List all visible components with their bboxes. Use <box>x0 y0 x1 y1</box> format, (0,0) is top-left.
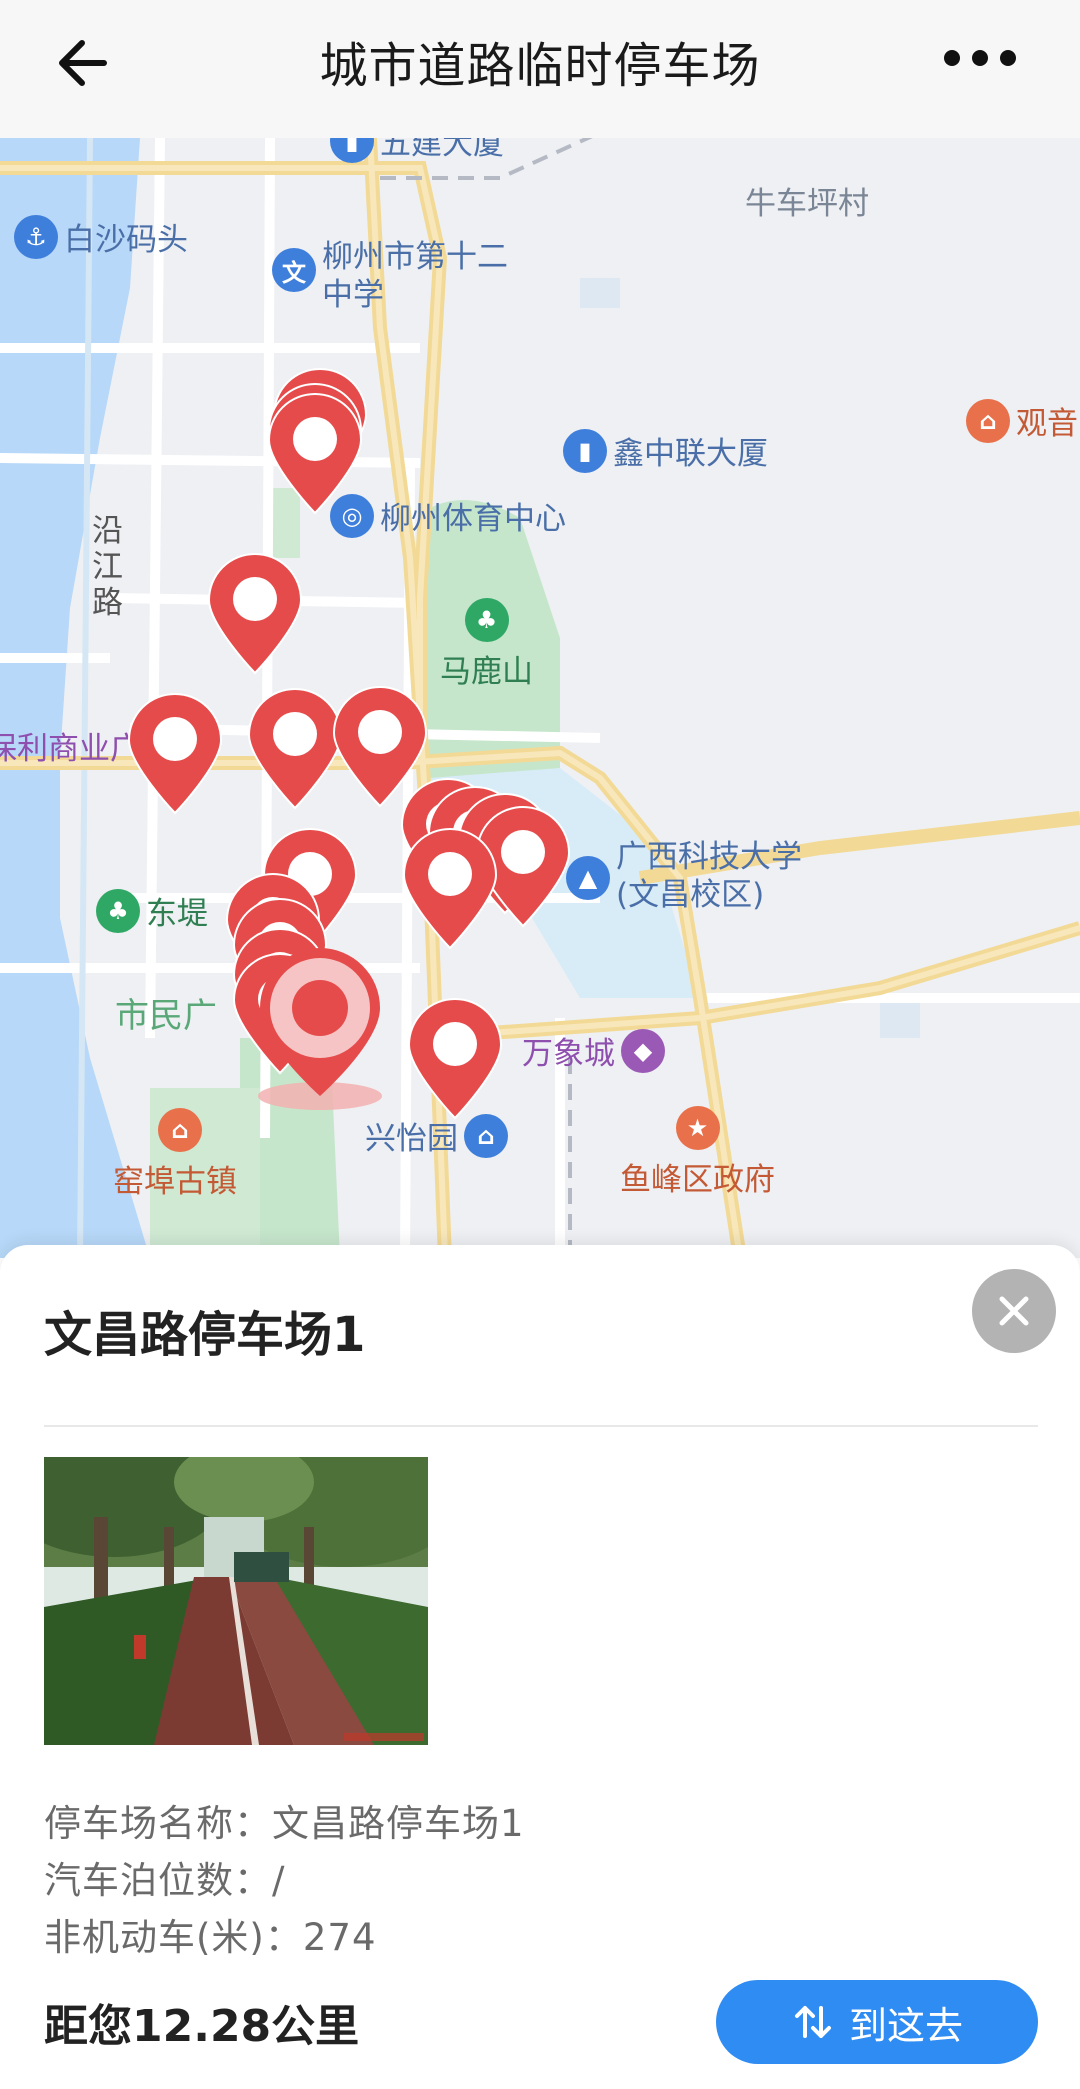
parking-marker[interactable] <box>400 828 500 950</box>
map-view[interactable]: ▮ 五建大厦 牛车坪村 ⚓ 白沙码头 文 柳州市第十二 中学 ⌂ 观音 ▮ 鑫中… <box>0 138 1080 1258</box>
distance-text: 距您12.28公里 <box>44 2001 360 2052</box>
parking-marker[interactable] <box>405 998 505 1120</box>
selected-parking-marker[interactable] <box>245 948 405 1118</box>
poi-maluishan[interactable]: ♣ 马鹿山 <box>440 598 533 691</box>
poi-yaobu-ancient-town[interactable]: ⌂ 窑埠古镇 <box>113 1108 237 1201</box>
page-title: 城市道路临时停车场 <box>319 38 761 94</box>
poi-baisha-pier[interactable]: ⚓ 白沙码头 <box>14 214 188 259</box>
shopping-bag-icon: ◆ <box>621 1028 665 1073</box>
info-value: 文昌路停车场1 <box>272 1802 525 1845</box>
poi-label: 柳州市第十二 <box>322 239 508 275</box>
poi-label-line2: (文昌校区) <box>616 877 765 913</box>
info-value: 274 <box>302 1916 377 1959</box>
poi-label: 牛车坪村 <box>745 186 869 222</box>
poi-label: 柳州体育中心 <box>380 501 566 537</box>
poi-niuchepingcun[interactable]: 牛车坪村 <box>745 178 869 223</box>
navigate-button[interactable]: 到这去 <box>716 1980 1038 2064</box>
anchor-icon: ⚓ <box>14 214 58 259</box>
more-dot <box>972 50 988 66</box>
poi-label: 广西科技大学 <box>616 839 802 875</box>
more-button[interactable] <box>940 38 1040 78</box>
parking-marker[interactable] <box>125 693 225 815</box>
poi-label: 市民广 <box>115 996 217 1036</box>
government-icon: ★ <box>675 1106 720 1150</box>
park-icon: ♣ <box>96 888 140 933</box>
poi-label: 观音 <box>1016 406 1078 442</box>
info-label: 停车场名称： <box>44 1802 272 1845</box>
temple-icon: ⌂ <box>966 398 1010 443</box>
poi-yufeng-district-gov[interactable]: ★ 鱼峰区政府 <box>620 1106 775 1199</box>
parking-marker[interactable] <box>265 393 365 515</box>
close-icon <box>999 1296 1029 1326</box>
poi-guanyin[interactable]: ⌂ 观音 <box>966 398 1078 443</box>
parking-title: 文昌路停车场1 <box>44 1307 366 1363</box>
poi-label: 窑埠古镇 <box>113 1164 237 1200</box>
residence-icon: ⌂ <box>464 1113 508 1158</box>
poi-label-line2: 中学 <box>322 277 384 313</box>
parking-marker[interactable] <box>205 553 305 675</box>
poi-liuzhou-sports-center[interactable]: ◎ 柳州体育中心 <box>330 493 566 538</box>
divider <box>44 1425 1038 1427</box>
info-row-non-motor: 非机动车(米)：274 <box>44 1907 377 1961</box>
close-button[interactable] <box>972 1269 1056 1353</box>
top-nav-bar: 城市道路临时停车场 <box>0 0 1080 138</box>
navigate-button-label: 到这去 <box>848 2003 963 2048</box>
poi-label: 东堤 <box>146 896 208 932</box>
poi-wujian-building[interactable]: ▮ 五建大厦 <box>330 138 504 163</box>
poi-mixc[interactable]: 万象城 ◆ <box>522 1028 665 1073</box>
temple-icon: ⌂ <box>158 1108 202 1152</box>
poi-label: 鑫中联大厦 <box>613 436 768 472</box>
info-row-car-spaces: 汽车泊位数：/ <box>44 1850 285 1904</box>
building-icon: ▮ <box>330 138 374 163</box>
park-icon: ♣ <box>464 598 509 642</box>
poi-label: 马鹿山 <box>440 654 533 690</box>
poi-gxust-wenchang[interactable]: ▲ 广西科技大学 (文昌校区) <box>566 838 802 914</box>
poi-no12-middle-school[interactable]: 文 柳州市第十二 中学 <box>272 238 508 314</box>
poi-label: 万象城 <box>522 1036 615 1072</box>
more-dot <box>1000 50 1016 66</box>
poi-xinzhonglian-building[interactable]: ▮ 鑫中联大厦 <box>563 428 768 473</box>
building-icon: ▮ <box>563 428 607 473</box>
parking-detail-sheet: 文昌路停车场1 停车场名称：文昌路停车场1 汽车泊位数：/ 非机动车(米)：27… <box>0 1245 1080 2089</box>
poi-label: 白沙码头 <box>64 222 188 258</box>
info-row-name: 停车场名称：文昌路停车场1 <box>44 1793 525 1847</box>
poi-label: 五建大厦 <box>380 138 504 162</box>
school-icon: 文 <box>272 248 316 292</box>
more-dots-icon <box>944 50 960 66</box>
poi-label: 保利商业广 <box>0 731 141 767</box>
info-value: / <box>272 1859 286 1902</box>
parking-photo[interactable] <box>44 1457 428 1745</box>
road-label-yanjiang: 沿江路 <box>92 513 123 621</box>
poi-label: 鱼峰区政府 <box>620 1162 775 1198</box>
info-label: 汽车泊位数： <box>44 1859 272 1902</box>
poi-dongdi[interactable]: ♣ 东堤 <box>96 888 208 933</box>
poi-citizen-square[interactable]: 市民广 <box>115 988 217 1037</box>
swap-arrows-icon <box>794 2006 831 2038</box>
poi-poly-commercial[interactable]: 保利商业广 <box>0 723 141 768</box>
street-photo-image <box>44 1457 428 1745</box>
info-label: 非机动车(米)： <box>44 1916 303 1959</box>
